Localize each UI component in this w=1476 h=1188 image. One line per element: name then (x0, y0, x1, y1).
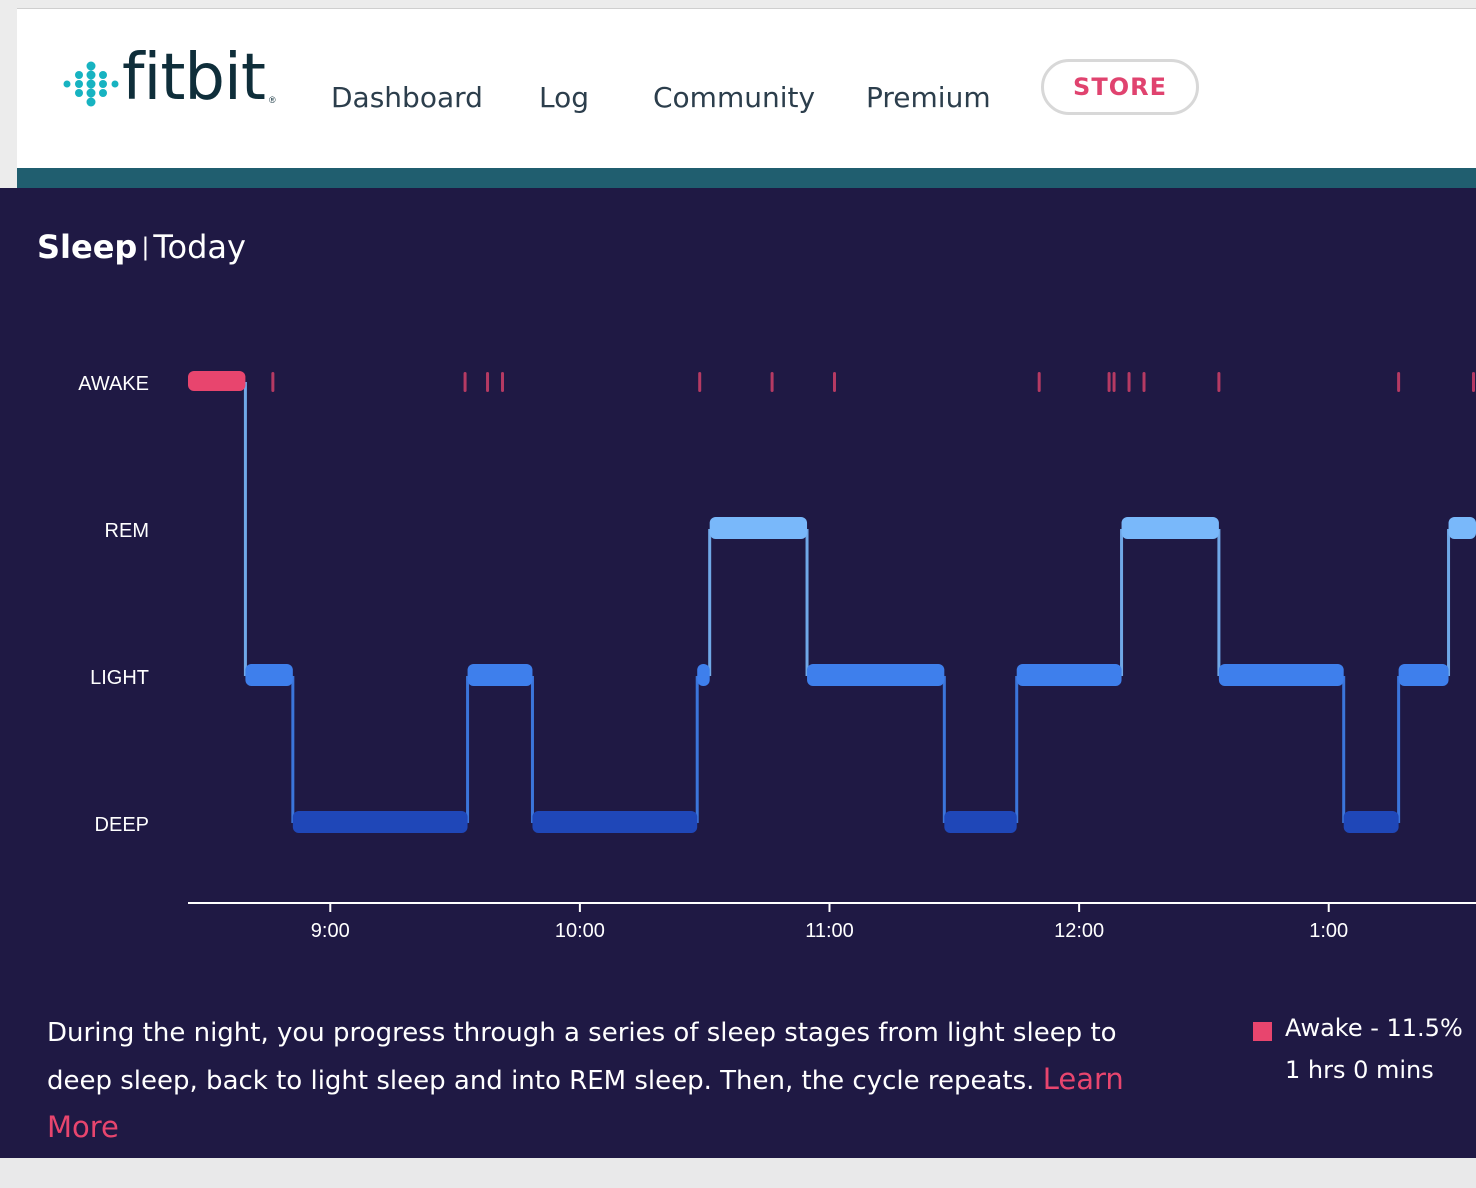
logo-dot (63, 80, 71, 88)
title-separator: | (141, 233, 150, 261)
stage-transition (805, 529, 809, 676)
nav-log[interactable]: Log (539, 81, 589, 114)
bottom-strip (0, 1158, 1476, 1188)
logo-dot (75, 89, 83, 97)
left-rail (0, 8, 17, 188)
awake-mark[interactable] (271, 372, 275, 392)
stage-segment-light[interactable] (467, 664, 533, 686)
awake-mark[interactable] (698, 372, 702, 392)
period-label: Today (153, 228, 246, 266)
x-tick-label: 1:00 (1309, 920, 1348, 942)
sleep-title: Sleep (37, 228, 138, 266)
stage-segment-light[interactable] (807, 664, 945, 686)
awake-legend-swatch (1253, 1022, 1272, 1041)
stage-segment-deep[interactable] (292, 811, 468, 833)
stage-transition (530, 676, 534, 823)
stage-transition (466, 676, 470, 823)
fitbit-wordmark: fitbit (122, 41, 266, 115)
stage-segment-light[interactable] (697, 664, 710, 686)
stage-transition (1217, 529, 1221, 676)
awake-mark[interactable] (501, 372, 505, 392)
x-tick-label: 9:00 (311, 920, 350, 942)
awake-mark[interactable] (1037, 372, 1041, 392)
awake-mark[interactable] (1472, 372, 1476, 392)
x-tick-label: 11:00 (805, 920, 854, 942)
registered-mark: ® (269, 95, 276, 105)
nav-community[interactable]: Community (653, 81, 815, 114)
header-accent-bar (17, 168, 1476, 188)
logo-dot (111, 80, 119, 88)
awake-legend-label: Awake - 11.5% (1285, 1014, 1463, 1042)
stage-transition (243, 382, 247, 676)
stage-segment-rem[interactable] (1448, 517, 1476, 539)
awake-mark[interactable] (486, 372, 490, 392)
awake-mark[interactable] (770, 372, 774, 392)
y-label-awake: AWAKE (78, 373, 149, 395)
stage-transition (1397, 676, 1401, 823)
sleep-description: During the night, you progress through a… (47, 1010, 1167, 1152)
logo-dot (86, 88, 96, 98)
site-header: fitbit ® Dashboard Log Community Premium… (17, 9, 1476, 168)
browser-top-strip (0, 0, 1476, 9)
stage-transition (708, 529, 712, 676)
stage-segment-deep[interactable] (532, 811, 698, 833)
y-label-light: LIGHT (90, 667, 149, 689)
stage-segment-awake[interactable] (188, 371, 246, 391)
awake-mark[interactable] (1112, 372, 1116, 392)
y-label-rem: REM (105, 520, 149, 542)
logo-dot (99, 80, 107, 88)
stage-segment-light[interactable] (1016, 664, 1122, 686)
stage-transition (291, 676, 295, 823)
awake-mark[interactable] (1142, 372, 1146, 392)
awake-legend-duration: 1 hrs 0 mins (1285, 1056, 1434, 1084)
logo-dot (75, 71, 83, 79)
panel-title: Sleep | Today (37, 228, 246, 266)
awake-mark[interactable] (1127, 372, 1131, 392)
y-label-deep: DEEP (95, 814, 149, 836)
awake-mark[interactable] (463, 372, 467, 392)
logo-dot (86, 61, 96, 71)
x-tick-label: 12:00 (1054, 920, 1104, 942)
stage-segment-deep[interactable] (944, 811, 1017, 833)
logo-dot (86, 70, 96, 80)
stage-transition (942, 676, 946, 823)
stage-transition (1447, 529, 1451, 676)
nav-dashboard[interactable]: Dashboard (331, 81, 483, 114)
awake-mark[interactable] (1107, 372, 1111, 392)
stage-transition (1120, 529, 1124, 676)
awake-mark[interactable] (1217, 372, 1221, 392)
stage-transition (1342, 676, 1346, 823)
nav-premium[interactable]: Premium (866, 81, 991, 114)
stage-segment-rem[interactable] (1121, 517, 1219, 539)
stage-segment-deep[interactable] (1343, 811, 1399, 833)
description-text: During the night, you progress through a… (47, 1018, 1117, 1096)
sleep-stage-chart[interactable]: AWAKE REM LIGHT DEEP 9:00 10:00 11:00 12:00 1:00 (0, 318, 1476, 958)
logo-dot (99, 89, 107, 97)
logo-dot (99, 71, 107, 79)
stage-transition (1015, 676, 1019, 823)
stage-segment-light[interactable] (1398, 664, 1449, 686)
stage-transition (695, 676, 699, 823)
stage-segment-rem[interactable] (709, 517, 808, 539)
stage-segment-light[interactable] (245, 664, 293, 686)
stage-segment-light[interactable] (1218, 664, 1344, 686)
logo-dot (86, 79, 96, 89)
logo-dot (75, 80, 83, 88)
x-tick-label: 10:00 (555, 920, 605, 942)
sleep-panel: Sleep | Today AWAKE REM LIGHT DEEP 9:00 10:00 11… (0, 188, 1476, 1158)
awake-mark[interactable] (1397, 372, 1401, 392)
awake-mark[interactable] (832, 372, 836, 392)
logo-dot (86, 97, 96, 107)
store-button[interactable]: STORE (1041, 59, 1199, 115)
